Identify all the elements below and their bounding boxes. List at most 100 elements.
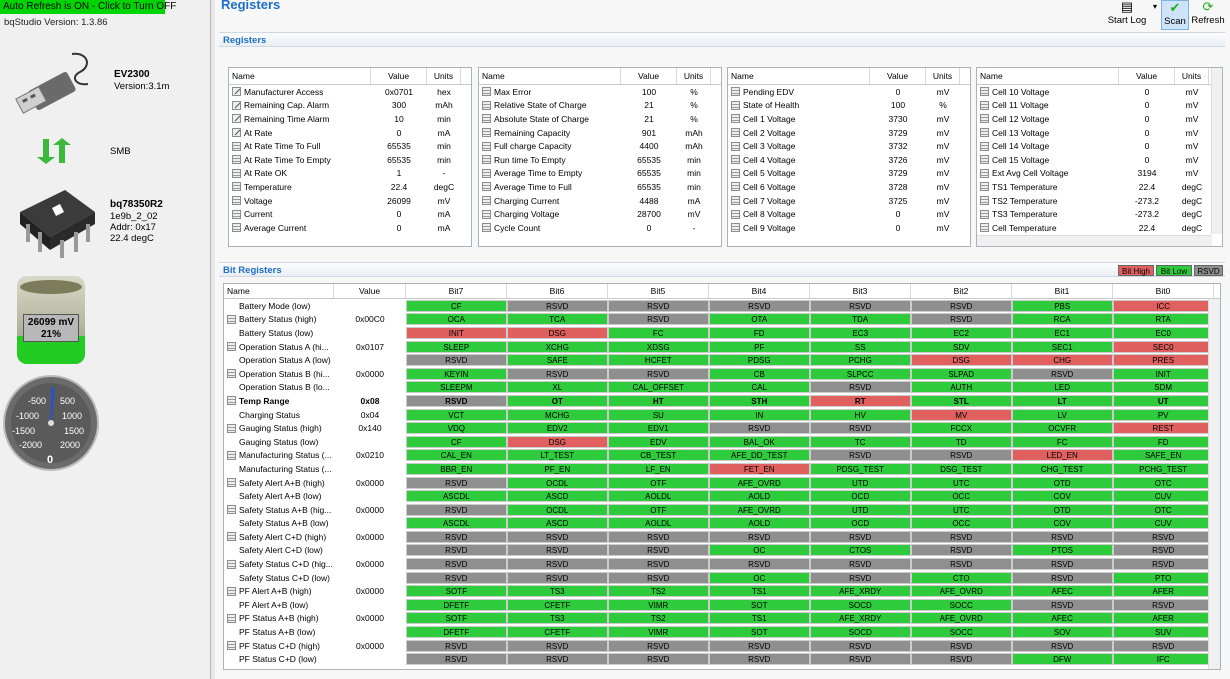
bit-register-row[interactable]: PF Status A+B (high) 0x0000 SOTF TS3 TS2 TS1 A… <box>224 612 1220 626</box>
register-row[interactable]: Max Error 100% <box>479 85 721 99</box>
column-header-units[interactable]: Units <box>677 68 711 84</box>
register-row[interactable]: Cell 10 Voltage 0 mV <box>977 85 1222 99</box>
register-row[interactable]: Pending EDV 0 mV <box>728 85 970 99</box>
bit-register-row[interactable]: Safety Alert C+D (low) RSVD RSVD RSVD OC CTOS… <box>224 544 1220 558</box>
bit-register-row[interactable]: Safety Status C+D (hig... 0x0000 RSVD RSVD R… <box>224 557 1220 571</box>
column-header-units[interactable]: Units <box>926 68 960 84</box>
register-row[interactable]: At Rate Time To Empty 65535 min <box>229 153 471 167</box>
register-row[interactable]: Cell 3 Voltage 3732 mV <box>728 139 970 153</box>
bit-register-row[interactable]: PF Alert A+B (low) DFETF CFETF VIMR SOT SOCD S… <box>224 598 1220 612</box>
column-header-units[interactable]: Units <box>427 68 461 84</box>
register-row[interactable]: Cycle Count 0 - <box>479 221 721 235</box>
bit-register-row[interactable]: Gauging Status (high) 0x140 VDQ EDV2 EDV1 RSV… <box>224 421 1220 435</box>
register-row[interactable]: Charging Current 4488 mA <box>479 194 721 208</box>
register-row[interactable]: Average Time to Full 65535 min <box>479 180 721 194</box>
register-row[interactable]: Remaining Cap. Alarm 300 mAh <box>229 99 471 113</box>
bit-register-row[interactable]: PF Status C+D (high) 0x0000 RSVD RSVD RSVD RS… <box>224 639 1220 653</box>
register-row[interactable]: Charging Voltage 28700 mV <box>479 207 721 221</box>
register-row[interactable]: Cell 12 Voltage 0 mV <box>977 112 1222 126</box>
register-row[interactable]: At Rate OK 1 - <box>229 167 471 181</box>
register-row[interactable]: Run time To Empty 65535 min <box>479 153 721 167</box>
bit-register-row[interactable]: PF Alert A+B (high) 0x0000 SOTF TS3 TS2 TS1 AF… <box>224 584 1220 598</box>
bit-register-row[interactable]: Operation Status B (hi... 0x0000 KEYIN RSVD… <box>224 367 1220 381</box>
column-header-value[interactable]: Value <box>1119 68 1175 84</box>
bit-register-row[interactable]: PF Status C+D (low) RSVD RSVD RSVD RSVD RSVD R… <box>224 652 1220 666</box>
register-row[interactable]: Cell 9 Voltage 0 mV <box>728 221 970 235</box>
register-row[interactable]: State of Health 100% <box>728 99 970 113</box>
bit-register-row[interactable]: Manufacturing Status (... BBR_EN PF_EN LF_E… <box>224 462 1220 476</box>
register-row[interactable]: TS3 Temperature -273.2 degC <box>977 207 1222 221</box>
column-header-bit[interactable]: Bit6 <box>507 284 608 298</box>
register-row[interactable]: Cell 6 Voltage 3728 mV <box>728 180 970 194</box>
bit-register-row[interactable]: Safety Alert A+B (low) ASCDL ASCD AOLDL AOLD… <box>224 489 1220 503</box>
column-header-name[interactable]: Name <box>224 284 334 298</box>
register-row[interactable]: Cell 8 Voltage 0 mV <box>728 207 970 221</box>
register-row[interactable]: At Rate 0 mA <box>229 126 471 140</box>
column-header-bit[interactable]: Bit0 <box>1113 284 1214 298</box>
column-header-value[interactable]: Value <box>870 68 926 84</box>
bit-register-row[interactable]: Safety Status A+B (low) ASCDL ASCD AOLDL AOL… <box>224 517 1220 531</box>
register-row[interactable]: Average Current 0 mA <box>229 221 471 235</box>
column-header-name[interactable]: Name <box>479 68 621 84</box>
register-row[interactable]: Voltage 26099 mV <box>229 194 471 208</box>
register-row[interactable]: At Rate Time To Full 65535 min <box>229 139 471 153</box>
register-row[interactable]: Remaining Capacity 901 mAh <box>479 126 721 140</box>
scan-button[interactable]: ✔ Scan <box>1161 0 1189 30</box>
register-row[interactable]: Current 0 mA <box>229 207 471 221</box>
register-row[interactable]: Relative State of Charge 21% <box>479 99 721 113</box>
bit-register-row[interactable]: PF Status A+B (low) DFETF CFETF VIMR SOT SOCD… <box>224 625 1220 639</box>
start-log-button[interactable]: ▤ Start Log <box>1105 0 1149 30</box>
register-row[interactable]: Cell 14 Voltage 0 mV <box>977 139 1222 153</box>
column-header-bit[interactable]: Bit7 <box>406 284 507 298</box>
register-table-hscrollbar[interactable] <box>977 235 1212 246</box>
register-row[interactable]: Full charge Capacity 4400 mAh <box>479 139 721 153</box>
column-header-name[interactable]: Name <box>728 68 870 84</box>
register-row[interactable]: Manufacturer Access 0x0701 hex <box>229 85 471 99</box>
bit-register-row[interactable]: Temp Range 0x08 RSVD OT HT STH RT STL LT UT <box>224 394 1220 408</box>
bit-register-row[interactable]: Operation Status B (lo... SLEEPM XL CAL_OFF… <box>224 381 1220 395</box>
register-row[interactable]: Absolute State of Charge 21% <box>479 112 721 126</box>
register-row[interactable]: Average Time to Empty 65535 min <box>479 167 721 181</box>
register-row[interactable]: Temperature 22.4 degC <box>229 180 471 194</box>
register-row[interactable]: Cell 4 Voltage 3726 mV <box>728 153 970 167</box>
column-header-bit[interactable]: Bit4 <box>709 284 810 298</box>
start-log-dropdown[interactable]: ▾ <box>1150 0 1160 30</box>
register-row[interactable]: Remaining Time Alarm 10 min <box>229 112 471 126</box>
register-row[interactable]: Cell 7 Voltage 3725 mV <box>728 194 970 208</box>
column-header-name[interactable]: Name <box>229 68 371 84</box>
column-header-name[interactable]: Name <box>977 68 1119 84</box>
column-header-bit[interactable]: Bit3 <box>810 284 911 298</box>
bit-register-row[interactable]: Charging Status 0x04 VCT MCHG SU IN HV MV LV PV <box>224 408 1220 422</box>
bit-register-row[interactable]: Operation Status A (low) RSVD SAFE HCFET PDS… <box>224 353 1220 367</box>
register-row[interactable]: Cell 5 Voltage 3729 mV <box>728 167 970 181</box>
register-row[interactable]: Cell 1 Voltage 3730 mV <box>728 112 970 126</box>
column-header-units[interactable]: Units <box>1175 68 1209 84</box>
register-row[interactable]: TS1 Temperature 22.4 degC <box>977 180 1222 194</box>
register-row[interactable]: Cell 13 Voltage 0 mV <box>977 126 1222 140</box>
bit-register-row[interactable]: Safety Status C+D (low) RSVD RSVD RSVD OC RSV… <box>224 571 1220 585</box>
register-table-scrollbar[interactable] <box>1211 68 1222 234</box>
register-row[interactable]: Cell Temperature 22.4 degC <box>977 221 1222 235</box>
column-header-value[interactable]: Value <box>621 68 677 84</box>
bit-register-row[interactable]: Operation Status A (hi... 0x0107 SLEEP XCHG… <box>224 340 1220 354</box>
bit-register-row[interactable]: Safety Alert A+B (high) 0x0000 RSVD OCDL OTF… <box>224 476 1220 490</box>
register-row[interactable]: Cell 11 Voltage 0 mV <box>977 99 1222 113</box>
bit-register-row[interactable]: Battery Status (low) INIT DSG FC FD EC3 EC2 EC1… <box>224 326 1220 340</box>
bit-register-row[interactable]: Battery Status (high) 0x00C0 OCA TCA RSVD OTA… <box>224 313 1220 327</box>
bit-register-row[interactable]: Safety Alert C+D (high) 0x0000 RSVD RSVD RSV… <box>224 530 1220 544</box>
column-header-bit[interactable]: Bit1 <box>1012 284 1113 298</box>
auto-refresh-toggle[interactable]: Auto Refresh is ON - Click to Turn OFF <box>0 0 176 14</box>
refresh-button[interactable]: ⟳ Refresh <box>1191 0 1225 30</box>
register-row[interactable]: Cell 15 Voltage 0 mV <box>977 153 1222 167</box>
bit-table-scrollbar[interactable] <box>1208 299 1220 669</box>
bit-register-row[interactable]: Safety Status A+B (hig... 0x0000 RSVD OCDL O… <box>224 503 1220 517</box>
bit-register-row[interactable]: Manufacturing Status (... 0x0210 CAL_EN LT_… <box>224 449 1220 463</box>
column-header-value[interactable]: Value <box>334 284 406 298</box>
bit-register-row[interactable]: Battery Mode (low) CF RSVD RSVD RSVD RSVD RSVD… <box>224 299 1220 313</box>
column-header-value[interactable]: Value <box>371 68 427 84</box>
column-header-bit[interactable]: Bit2 <box>911 284 1012 298</box>
bit-register-row[interactable]: Gauging Status (low) CF DSG EDV BAL_OK TC TD FC… <box>224 435 1220 449</box>
register-row[interactable]: Cell 2 Voltage 3729 mV <box>728 126 970 140</box>
register-row[interactable]: TS2 Temperature -273.2 degC <box>977 194 1222 208</box>
register-row[interactable]: Ext Avg Cell Voltage 3194 mV <box>977 167 1222 181</box>
